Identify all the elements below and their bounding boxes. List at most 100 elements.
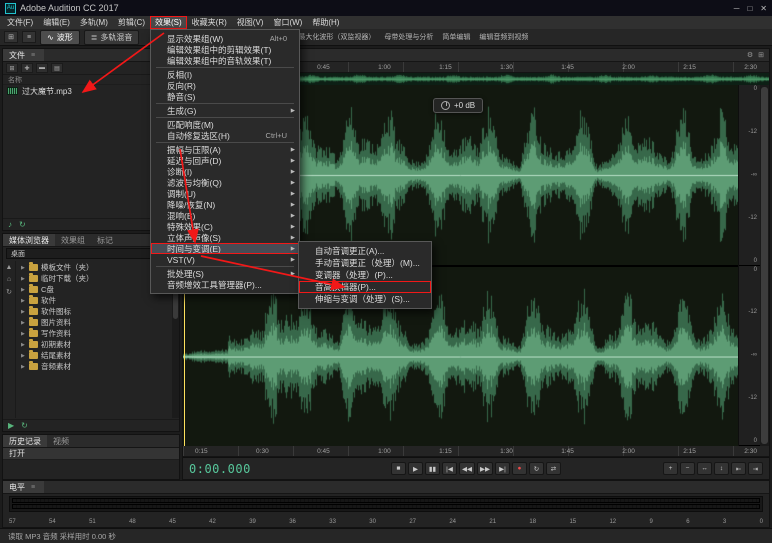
tree-item[interactable]: ▶ C盘 — [16, 284, 172, 295]
tree-item[interactable]: ▶ 写作资料 — [16, 328, 172, 339]
tree-caret-icon[interactable]: ▶ — [21, 287, 26, 293]
submenu-item[interactable]: 自动音调更正(A)... — [299, 245, 431, 257]
menu-item[interactable]: 音频增效工具管理器(P)... — [151, 279, 299, 290]
workspace-item[interactable]: 编辑音频到视频 — [479, 32, 528, 42]
tree-caret-icon[interactable]: ▶ — [21, 265, 26, 271]
menubar-item[interactable]: 多轨(M) — [75, 16, 113, 29]
media-browser-tab[interactable]: 媒体浏览器 — [3, 234, 55, 246]
menu-item[interactable]: 编辑效果组中的音轨效果(T) — [151, 55, 299, 66]
menu-item[interactable]: 混响(B) ▶ — [151, 210, 299, 221]
volume-hud[interactable]: +0 dB — [433, 98, 483, 113]
tools-icon[interactable]: ⊞ — [4, 31, 18, 43]
menu-item[interactable]: 降噪/恢复(N) ▶ — [151, 199, 299, 210]
zoom-out-button[interactable]: − — [680, 462, 695, 475]
menubar-item[interactable]: 帮助(H) — [307, 16, 344, 29]
history-entry[interactable]: 打开 — [3, 448, 179, 460]
rewind-button[interactable]: ◀◀ — [459, 462, 475, 475]
preview-loop-icon[interactable]: ↻ — [21, 421, 28, 430]
zoom-in-time-button[interactable]: ↔ — [697, 462, 712, 475]
tree-item[interactable]: ▶ 临时下载（夹） — [16, 273, 172, 284]
autoplay-icon[interactable]: ♪ — [8, 220, 12, 229]
record-button[interactable]: ● — [512, 462, 527, 475]
levels-tab[interactable]: 电平 ≡ — [3, 481, 44, 493]
menubar-item[interactable]: 视图(V) — [232, 16, 269, 29]
tree-item[interactable]: ▶ 软件图标 — [16, 306, 172, 317]
workspace-item[interactable]: 最大化波形（双监视器） — [298, 32, 375, 42]
panel-menu-icon[interactable]: ≡ — [28, 52, 38, 59]
move-previous-button[interactable]: |◀ — [442, 462, 457, 475]
tree-item[interactable]: ▶ 模板文件（夹） — [16, 262, 172, 273]
tree-item[interactable]: ▶ 图片资料 — [16, 317, 172, 328]
bottom-time-ruler[interactable]: 0:150:300:451:001:151:301:452:002:152:30 — [183, 446, 769, 457]
menu-item[interactable]: 静音(S) — [151, 91, 299, 102]
maximize-button[interactable]: □ — [747, 4, 752, 13]
submenu-item[interactable]: 手动音调更正（处理）(M)... — [299, 257, 431, 269]
menubar-item[interactable]: 编辑(E) — [38, 16, 75, 29]
menu-item[interactable]: 调制(U) ▶ — [151, 188, 299, 199]
waveform-view-button[interactable]: ∿ 波形 — [40, 30, 80, 45]
menu-item[interactable]: 反相(I) — [151, 69, 299, 80]
zoom-in-amplitude-button[interactable]: ↕ — [714, 462, 729, 475]
tree-caret-icon[interactable]: ▶ — [21, 298, 26, 304]
menu-item[interactable]: 反向(R) — [151, 80, 299, 91]
preview-play-icon[interactable]: ▶ — [8, 421, 14, 430]
menu-item[interactable]: 立体声声像(S) ▶ — [151, 232, 299, 243]
editor-layout-icon[interactable]: ⊞ — [758, 51, 764, 59]
time-display[interactable]: 0:00.000 — [189, 462, 251, 476]
menu-item[interactable]: 诊断(I) ▶ — [151, 166, 299, 177]
menu-item[interactable]: 延迟与回声(D) ▶ — [151, 155, 299, 166]
submenu-item[interactable]: 音高换档器(P)... — [299, 281, 431, 293]
loop-button[interactable]: ↻ — [529, 462, 544, 475]
history-tab[interactable]: 历史记录 — [3, 435, 47, 447]
tree-caret-icon[interactable]: ▶ — [21, 364, 26, 370]
stop-button[interactable]: ■ — [391, 462, 406, 475]
zoom-full-button[interactable]: ⇥ — [748, 462, 763, 475]
history-tab[interactable]: 视频 — [47, 435, 75, 447]
move-next-button[interactable]: ▶| — [495, 462, 510, 475]
menu-item[interactable]: VST(V) ▶ — [151, 254, 299, 265]
move-tool-icon[interactable]: ≡ — [22, 31, 36, 43]
play-button[interactable]: ▶ — [408, 462, 423, 475]
menubar-item[interactable]: 窗口(W) — [268, 16, 307, 29]
panel-menu-icon[interactable]: ≡ — [28, 484, 38, 491]
fast-forward-button[interactable]: ▶▶ — [477, 462, 493, 475]
tree-caret-icon[interactable]: ▶ — [21, 276, 26, 282]
import-file-icon[interactable]: ⊞ — [6, 63, 18, 73]
amplitude-ruler[interactable]: 0-12-∞-120 0-12-∞-120 — [738, 85, 760, 446]
home-icon[interactable]: ⌂ — [7, 276, 11, 283]
vertical-scrollbar[interactable] — [760, 85, 769, 446]
tree-caret-icon[interactable]: ▶ — [21, 353, 26, 359]
workspace-item[interactable]: 简单编辑 — [442, 32, 470, 42]
up-level-icon[interactable]: ▲ — [6, 264, 13, 271]
workspace-item[interactable]: 母带处理与分析 — [384, 32, 433, 42]
menu-item[interactable]: 生成(G) ▶ — [151, 105, 299, 116]
submenu-item[interactable]: 变调器（处理）(P)... — [299, 269, 431, 281]
tree-caret-icon[interactable]: ▶ — [21, 309, 26, 315]
new-file-icon[interactable]: ✚ — [21, 63, 33, 73]
multitrack-view-button[interactable]: ≣ 多轨混音 — [84, 30, 140, 45]
media-browser-tab[interactable]: 标记 — [91, 234, 119, 246]
menu-item[interactable]: 编辑效果组中的剪辑效果(T) — [151, 44, 299, 55]
menu-item[interactable]: 自动修复选区(H) Ctrl+U — [151, 130, 299, 141]
submenu-item[interactable]: 伸缩与变调（处理）(S)... — [299, 293, 431, 305]
menu-item[interactable]: 匹配响度(M) — [151, 119, 299, 130]
minimize-button[interactable]: ─ — [734, 4, 740, 13]
menu-item[interactable]: 批处理(S) ▶ — [151, 268, 299, 279]
menu-item[interactable]: 显示效果组(W) Alt+0 — [151, 33, 299, 44]
menu-item[interactable]: 滤波与均衡(Q) ▶ — [151, 177, 299, 188]
menu-item[interactable]: 振幅与压限(A) ▶ — [151, 144, 299, 155]
editor-settings-icon[interactable]: ⚙ — [747, 51, 753, 59]
delete-file-icon[interactable]: ▬ — [36, 63, 48, 73]
menu-item[interactable]: 特殊效果(C) ▶ — [151, 221, 299, 232]
tree-item[interactable]: ▶ 初期素材 — [16, 339, 172, 350]
menubar-item[interactable]: 收藏夹(R) — [187, 16, 232, 29]
files-tab[interactable]: 文件 ≡ — [3, 49, 44, 61]
tree-caret-icon[interactable]: ▶ — [21, 331, 26, 337]
tree-caret-icon[interactable]: ▶ — [21, 320, 26, 326]
zoom-in-button[interactable]: + — [663, 462, 678, 475]
tree-item[interactable]: ▶ 软件 — [16, 295, 172, 306]
tree-item[interactable]: ▶ 音频素材 — [16, 361, 172, 372]
menubar-item[interactable]: 文件(F) — [2, 16, 38, 29]
pause-button[interactable]: ▮▮ — [425, 462, 440, 475]
menu-item[interactable]: 时间与变调(E) ▶ — [151, 243, 299, 254]
